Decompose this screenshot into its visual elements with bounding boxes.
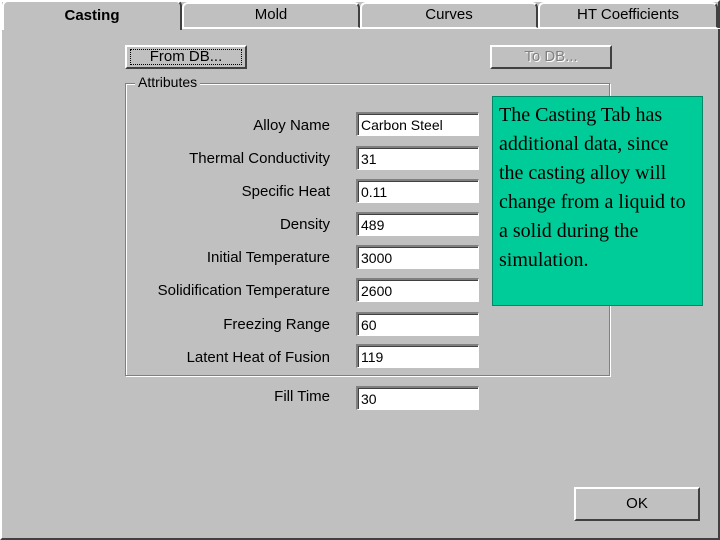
solidification-temperature-label: Solidification Temperature xyxy=(157,282,330,299)
fill-time-field[interactable] xyxy=(356,386,479,410)
freezing-range-label: Freezing Range xyxy=(223,316,330,333)
tab-curves[interactable]: Curves xyxy=(360,2,538,28)
alloy-name-label: Alloy Name xyxy=(253,117,330,134)
to-db-button-label: To DB... xyxy=(524,48,578,65)
latent-heat-of-fusion-field[interactable] xyxy=(356,344,479,368)
density-field[interactable] xyxy=(356,212,479,236)
to-db-button[interactable]: To DB... xyxy=(490,45,612,69)
ok-button-label: OK xyxy=(626,495,648,512)
alloy-name-field[interactable] xyxy=(356,112,479,136)
latent-heat-of-fusion-label: Latent Heat of Fusion xyxy=(186,349,330,366)
thermal-conductivity-label: Thermal Conductivity xyxy=(189,150,330,167)
tab-mold[interactable]: Mold xyxy=(182,2,360,28)
thermal-conductivity-field[interactable] xyxy=(356,146,479,170)
ok-button[interactable]: OK xyxy=(574,487,700,521)
solidification-temperature-field[interactable] xyxy=(356,278,479,302)
fill-time-label: Fill Time xyxy=(274,388,330,405)
initial-temperature-label: Initial Temperature xyxy=(206,249,330,266)
freezing-range-field[interactable] xyxy=(356,312,479,336)
from-db-button[interactable]: From DB... xyxy=(125,45,247,69)
density-label: Density xyxy=(279,216,330,233)
tab-ht-coefficients[interactable]: HT Coefficients xyxy=(538,2,718,28)
attributes-group-title: Attributes xyxy=(135,74,201,90)
specific-heat-field[interactable] xyxy=(356,179,479,203)
initial-temperature-field[interactable] xyxy=(356,245,479,269)
tab-casting[interactable]: Casting xyxy=(2,0,182,30)
focus-rect xyxy=(130,49,242,65)
callout-note: The Casting Tab has additional data, sin… xyxy=(492,96,703,306)
specific-heat-label: Specific Heat xyxy=(241,183,330,200)
